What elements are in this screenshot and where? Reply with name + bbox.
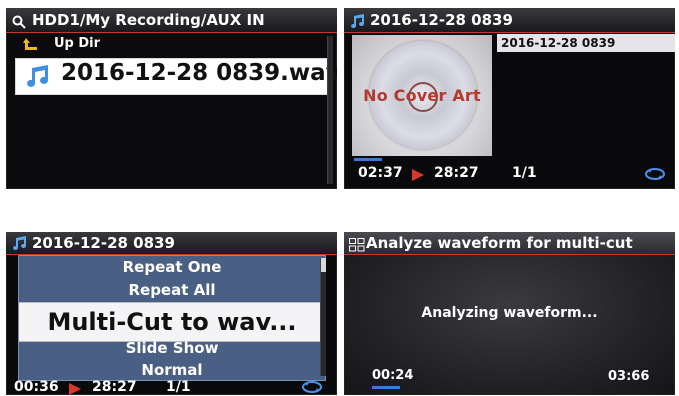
repeat-icon bbox=[301, 380, 323, 395]
status-bar: 02:37 28:27 1/1 bbox=[344, 163, 675, 187]
play-icon bbox=[69, 383, 81, 395]
elapsed-time: 00:36 bbox=[14, 379, 59, 395]
title-bar: 2016-12-28 0839 bbox=[6, 232, 337, 255]
repeat-icon bbox=[644, 167, 666, 185]
menu-item-repeat-all[interactable]: Repeat All bbox=[19, 281, 325, 299]
track-count: 1/1 bbox=[512, 165, 537, 181]
elapsed-time: 02:37 bbox=[358, 165, 403, 181]
progress-bar[interactable] bbox=[354, 158, 382, 161]
scroll-thumb[interactable] bbox=[321, 258, 326, 272]
menu-item-repeat-one[interactable]: Repeat One bbox=[19, 258, 325, 276]
up-arrow-icon bbox=[22, 36, 38, 56]
menu-item-multi-cut[interactable]: Multi-Cut to wav... bbox=[19, 302, 325, 342]
analyze-screen: Analyze waveform for multi-cut Analyzing… bbox=[344, 232, 675, 395]
now-playing-screen: 2016-12-28 0839 No Cover Art 2016-12-28 … bbox=[344, 8, 675, 189]
file-name: 2016-12-28 0839.wav bbox=[61, 60, 337, 86]
dialog-title: Analyze waveform for multi-cut bbox=[366, 234, 633, 252]
waveform-grid-icon bbox=[349, 236, 365, 258]
scroll-thumb[interactable] bbox=[328, 36, 333, 184]
file-browser-screen: HDD1/My Recording/AUX IN Up Dir 2016-12-… bbox=[6, 8, 337, 189]
track-title: 2016-12-28 0839 bbox=[32, 234, 175, 252]
total-time: 28:27 bbox=[434, 165, 479, 181]
total-time: 03:66 bbox=[608, 369, 650, 384]
elapsed-time: 00:24 bbox=[372, 368, 414, 383]
status-bar: 00:36 28:27 1/1 bbox=[6, 377, 337, 395]
progress-bar bbox=[372, 386, 400, 389]
analyzing-message: Analyzing waveform... bbox=[421, 305, 598, 321]
play-icon bbox=[412, 169, 424, 181]
up-dir-row[interactable]: Up Dir bbox=[16, 35, 316, 55]
no-cover-art-text: No Cover Art bbox=[363, 86, 481, 105]
title-bar: Analyze waveform for multi-cut bbox=[344, 232, 675, 255]
total-time: 28:27 bbox=[92, 379, 137, 395]
file-row-selected[interactable]: 2016-12-28 0839.wav bbox=[15, 58, 337, 95]
path-title: HDD1/My Recording/AUX IN bbox=[32, 11, 265, 29]
playlist-item[interactable]: 2016-12-28 0839 bbox=[497, 34, 675, 52]
scrollbar[interactable] bbox=[327, 36, 333, 184]
title-bar: 2016-12-28 0839 bbox=[344, 8, 675, 33]
cover-art: No Cover Art bbox=[352, 35, 492, 156]
context-menu: Repeat One Repeat All Multi-Cut to wav..… bbox=[18, 255, 326, 381]
track-title: 2016-12-28 0839 bbox=[370, 11, 513, 29]
track-count: 1/1 bbox=[166, 379, 191, 395]
scrollbar[interactable] bbox=[320, 258, 326, 376]
menu-screen: 2016-12-28 0839 Repeat One Repeat All Mu… bbox=[6, 232, 337, 395]
music-note-icon bbox=[12, 235, 27, 257]
up-dir-label: Up Dir bbox=[54, 36, 101, 51]
music-note-icon bbox=[350, 12, 365, 36]
music-note-icon bbox=[24, 65, 50, 91]
path-bar: HDD1/My Recording/AUX IN bbox=[6, 8, 337, 33]
menu-item-slide-show[interactable]: Slide Show bbox=[19, 339, 325, 357]
search-icon bbox=[12, 12, 26, 36]
